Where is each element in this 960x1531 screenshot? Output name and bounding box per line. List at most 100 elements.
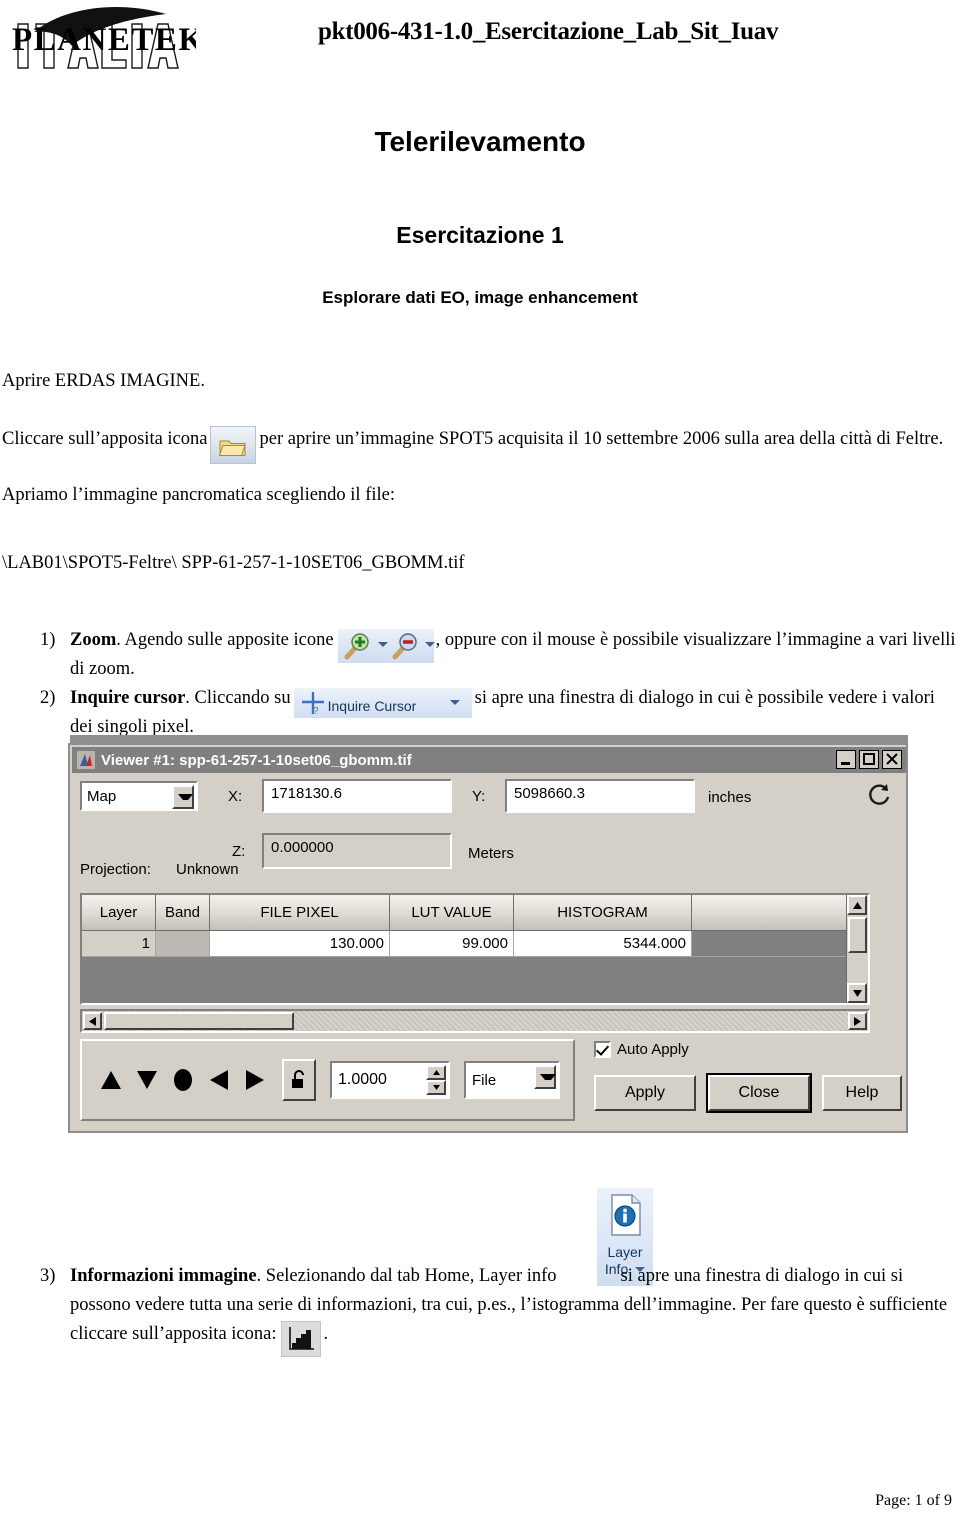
click-icon-text-after: per aprire un’immagine SPOT5 acquisita i… [259, 429, 944, 449]
step-3-text-end: . [323, 1324, 329, 1344]
page-subtitle-secondary: Esplorare dati EO, image enhancement [322, 288, 638, 307]
dialog-outer-shadow [70, 735, 908, 743]
open-folder-icon [210, 425, 257, 464]
step-1-text-before: . Agendo sulle apposite icone [116, 630, 334, 650]
y-label: Y: [472, 788, 486, 805]
x-input[interactable]: 1718130.6 [262, 779, 452, 813]
page-subtitle: Esercitazione 1 [396, 222, 564, 248]
z-units-label: Meters [468, 845, 514, 862]
table-row[interactable]: 1 130.000 99.000 5344.000 [82, 931, 868, 957]
z-value: 0.000000 [262, 833, 452, 869]
dialog-title: Viewer #1: spp-61-257-1-10set06_gbomm.ti… [101, 751, 412, 769]
inquire-cursor-ribbon-button[interactable]: ? Inquire Cursor [293, 688, 472, 719]
dialog-title-bar[interactable]: Viewer #1: spp-61-257-1-10set06_gbomm.ti… [72, 747, 906, 773]
step-3-number: 3) [40, 1266, 56, 1286]
navigation-toolbar: 1.0000 File [80, 1039, 575, 1121]
zoom-in-chevron-down-icon[interactable] [377, 642, 388, 648]
step-1-number: 1) [40, 630, 56, 650]
lock-toggle-button[interactable] [282, 1059, 316, 1101]
window-controls[interactable] [836, 750, 902, 769]
svg-text:?: ? [313, 706, 319, 716]
source-select-chevron-down-icon[interactable] [534, 1065, 556, 1089]
maximize-button[interactable] [859, 750, 879, 769]
step-2-text-before: . Cliccando su [185, 688, 291, 708]
step-3-text-before: . Selezionando dal tab Home, Layer info [256, 1266, 557, 1286]
click-icon-text-before: Cliccare sull’apposita icona [2, 429, 208, 449]
scroll-right-button[interactable] [848, 1012, 867, 1030]
step-3-title: Informazioni immagine [70, 1266, 257, 1286]
zoom-tools-ribbon-group[interactable] [337, 629, 435, 664]
layer-info-line1: Layer [607, 1244, 643, 1260]
page-footer: Page: 1 of 9 [875, 1492, 952, 1509]
page-title: Telerilevamento [374, 126, 586, 157]
zoom-out-icon [392, 633, 417, 660]
auto-apply-row[interactable]: Auto Apply [594, 1041, 689, 1058]
table-horizontal-scrollbar[interactable] [80, 1009, 870, 1033]
step-2-title: Inquire cursor [70, 688, 186, 708]
center-dot-icon[interactable] [170, 1063, 196, 1097]
cell-file-pixel: 130.000 [210, 931, 390, 957]
coordinate-system-select[interactable]: Map [80, 781, 198, 811]
erdas-app-icon [77, 751, 95, 769]
coordinate-row: Map X: 1718130.6 Y: 5098660.3 inches [80, 779, 900, 817]
planetek-italia-logo: PLANETEK [6, 2, 196, 72]
minimize-button[interactable] [836, 750, 856, 769]
inquire-cursor-label: Inquire Cursor [327, 698, 417, 715]
scroll-left-button[interactable] [83, 1012, 102, 1030]
cell-spacer [692, 931, 868, 957]
paragraph-open-pan: Apriamo l’immagine pancromatica sceglien… [2, 485, 395, 505]
cell-histogram: 5344.000 [514, 931, 692, 957]
table-vertical-scrollbar[interactable] [846, 895, 868, 1003]
step-item-image-info: 3) Informazioni immagine. Selezionando d… [0, 1262, 960, 1358]
x-label: X: [228, 788, 243, 805]
horizontal-scroll-thumb[interactable] [104, 1012, 294, 1030]
zoom-factor-stepper[interactable]: 1.0000 [330, 1061, 450, 1099]
y-input[interactable]: 5098660.3 [505, 779, 695, 813]
table-header-band: Band [156, 895, 210, 931]
scroll-up-button[interactable] [847, 895, 867, 915]
paragraph-click-icon: Cliccare sull’apposita icona per aprire u… [2, 424, 958, 464]
apply-button[interactable]: Apply [594, 1075, 696, 1111]
pixel-value-table: Layer Band FILE PIXEL LUT VALUE HISTOGRA… [80, 893, 870, 1005]
move-right-icon[interactable] [242, 1063, 268, 1097]
histogram-icon[interactable] [280, 1321, 321, 1358]
auto-apply-checkbox[interactable] [594, 1041, 611, 1058]
cell-band [156, 931, 210, 957]
zoom-factor-value: 1.0000 [338, 1071, 387, 1088]
z-label: Z: [232, 843, 246, 860]
stepper-down-button[interactable] [426, 1080, 446, 1095]
help-button[interactable]: Help [822, 1075, 902, 1111]
projection-label: Projection: [80, 861, 151, 878]
table-header-spacer [692, 895, 868, 931]
cell-layer: 1 [82, 931, 156, 957]
zoom-out-chevron-down-icon[interactable] [424, 642, 435, 648]
step-item-zoom: 1) Zoom. Agendo sulle apposite icone , o… [0, 626, 960, 684]
coordinate-system-value: Map [87, 787, 117, 805]
cell-lut-value: 99.000 [390, 931, 514, 957]
close-dialog-button[interactable]: Close [706, 1073, 812, 1113]
table-header-row: Layer Band FILE PIXEL LUT VALUE HISTOGRA… [82, 895, 868, 931]
paragraph-open-app: Aprire ERDAS IMAGINE. [2, 371, 205, 391]
stepper-buttons[interactable] [426, 1065, 446, 1097]
close-button[interactable] [882, 750, 902, 769]
scroll-down-button[interactable] [847, 983, 867, 1003]
coordinate-system-chevron-down-icon[interactable] [172, 785, 194, 809]
zoom-in-icon [344, 633, 369, 660]
xy-units-label: inches [708, 789, 752, 806]
source-select[interactable]: File [464, 1061, 560, 1099]
inquire-cursor-chevron-down-icon[interactable] [449, 700, 460, 706]
move-up-icon[interactable] [98, 1063, 124, 1097]
stepper-up-button[interactable] [426, 1065, 446, 1080]
step-item-inquire-cursor: 2) Inquire cursor. Cliccando su ? Inquir… [0, 684, 960, 742]
layer-info-icon [610, 1193, 642, 1242]
page-header: PLANETEK pkt006-431-1.0_Esercitazione_La… [0, 0, 960, 78]
auto-apply-label: Auto Apply [617, 1041, 689, 1058]
move-down-icon[interactable] [134, 1063, 160, 1097]
step-1-title: Zoom [70, 630, 117, 650]
projection-value: Unknown [176, 861, 239, 878]
source-select-value: File [472, 1071, 497, 1089]
refresh-icon[interactable] [866, 781, 892, 809]
table-header-histogram: HISTOGRAM [514, 895, 692, 931]
move-left-icon[interactable] [206, 1063, 232, 1097]
scroll-thumb[interactable] [848, 917, 867, 953]
